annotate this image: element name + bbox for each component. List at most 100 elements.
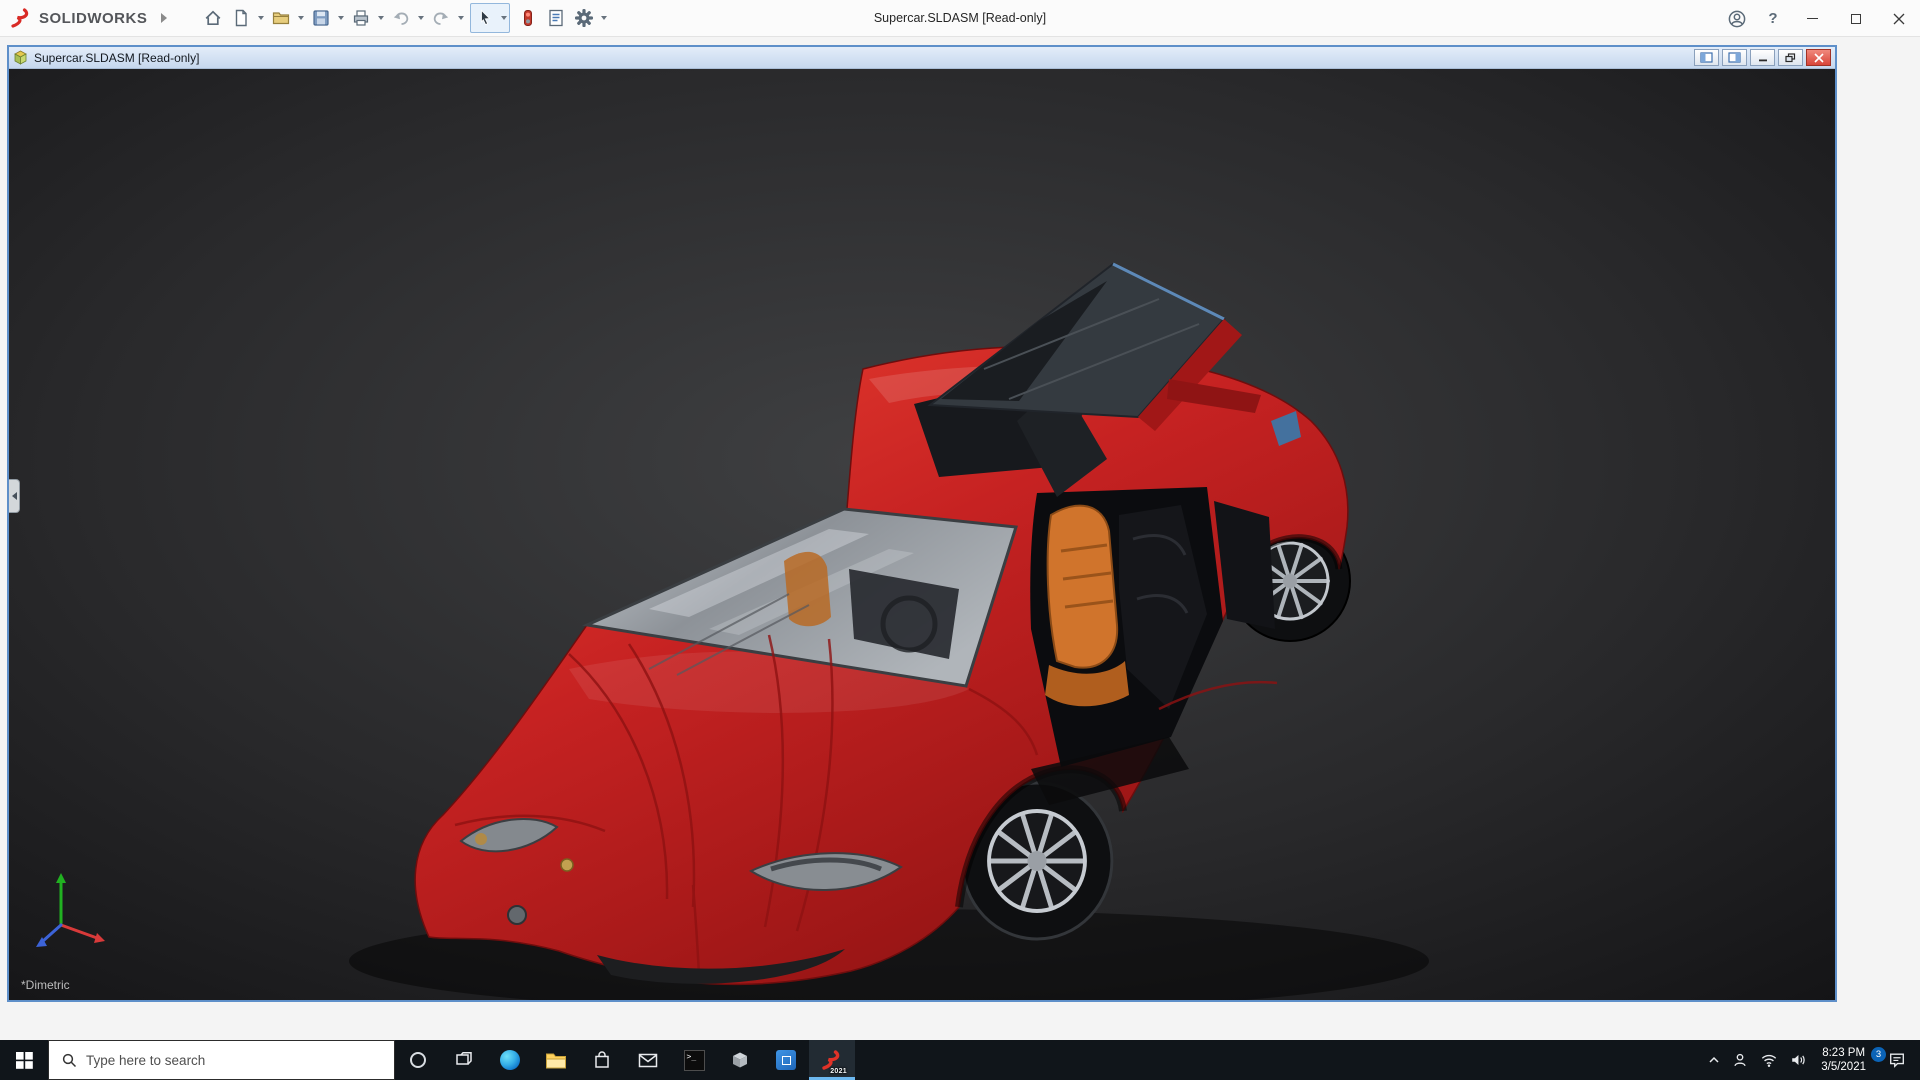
solidworks-year-label: 2021	[830, 1068, 847, 1075]
brand-text: SOLIDWORKS	[39, 10, 147, 27]
clock-time: 8:23 PM	[1821, 1046, 1866, 1060]
select-tool-button[interactable]	[471, 3, 498, 33]
options-gear-icon	[574, 8, 594, 28]
app-close-button[interactable]	[1877, 0, 1920, 37]
new-document-dropdown[interactable]	[255, 3, 266, 33]
help-button[interactable]: ?	[1755, 0, 1791, 37]
display-pane-right-button[interactable]	[1722, 49, 1747, 66]
taskbar-3d-viewer-button[interactable]	[717, 1040, 763, 1080]
print-button[interactable]	[347, 3, 374, 33]
taskbar-mail-button[interactable]	[625, 1040, 671, 1080]
undo-icon	[391, 8, 411, 28]
select-cursor-icon	[475, 8, 495, 28]
doc-restore-button[interactable]	[1778, 49, 1803, 66]
solidworks-logo: SOLIDWORKS	[0, 7, 147, 29]
help-icon: ?	[1768, 10, 1777, 27]
speaker-icon	[1789, 1052, 1807, 1068]
document-title: Supercar.SLDASM [Read-only]	[34, 51, 199, 65]
home-button[interactable]	[199, 3, 226, 33]
taskbar-terminal-button[interactable]: >_	[671, 1040, 717, 1080]
person-icon	[1731, 1051, 1749, 1069]
chevron-up-icon	[1708, 1054, 1720, 1066]
solidworks-logo-icon	[10, 7, 32, 29]
doc-minimize-icon	[1758, 53, 1768, 62]
mail-icon	[638, 1052, 658, 1069]
taskbar-photos-button[interactable]	[763, 1040, 809, 1080]
meet-now-button[interactable]	[1731, 1051, 1749, 1069]
mdi-client-area: Supercar.SLDASM [Read-only]	[0, 37, 1920, 1040]
supercar-3d-model	[9, 69, 1835, 1000]
feature-panel-collapse-tab[interactable]	[9, 479, 20, 513]
windows-logo-icon	[16, 1052, 33, 1069]
open-dropdown[interactable]	[295, 3, 306, 33]
assembly-document-icon	[13, 50, 28, 65]
menu-expand-arrow[interactable]	[155, 6, 173, 30]
solidworks-app-icon: 2021	[819, 1047, 845, 1073]
app-titlebar: SOLIDWORKS	[0, 0, 1920, 37]
redo-button[interactable]	[427, 3, 454, 33]
app-maximize-button[interactable]	[1834, 0, 1877, 37]
action-center-button[interactable]: 3	[1880, 1051, 1914, 1069]
new-document-button[interactable]	[227, 3, 254, 33]
edge-icon	[500, 1050, 520, 1070]
taskbar-solidworks-button[interactable]: 2021	[809, 1040, 855, 1080]
file-explorer-icon	[545, 1051, 567, 1070]
taskbar-search	[48, 1040, 395, 1080]
doc-close-button[interactable]	[1806, 49, 1831, 66]
open-button[interactable]	[267, 3, 294, 33]
file-properties-icon	[546, 8, 566, 28]
doc-close-icon	[1814, 53, 1824, 63]
app-window-title: Supercar.SLDASM [Read-only]	[874, 11, 1046, 25]
home-icon	[203, 8, 223, 28]
taskbar-edge-button[interactable]	[487, 1040, 533, 1080]
notification-badge: 3	[1871, 1047, 1886, 1062]
options-dropdown[interactable]	[598, 3, 609, 33]
print-dropdown[interactable]	[375, 3, 386, 33]
taskbar-store-button[interactable]	[579, 1040, 625, 1080]
pane-right-icon	[1728, 52, 1741, 63]
search-input[interactable]	[86, 1053, 376, 1068]
redo-icon	[431, 8, 451, 28]
select-tool-dropdown[interactable]	[498, 3, 509, 33]
taskbar-clock[interactable]: 8:23 PM 3/5/2021	[1818, 1046, 1869, 1074]
graphics-viewport[interactable]: *Dimetric	[9, 69, 1835, 1000]
app-minimize-button[interactable]	[1791, 0, 1834, 37]
open-folder-icon	[271, 8, 291, 28]
pane-left-icon	[1700, 52, 1713, 63]
print-icon	[351, 8, 371, 28]
file-properties-button[interactable]	[542, 3, 569, 33]
start-button[interactable]	[0, 1040, 48, 1080]
tray-expand-button[interactable]	[1708, 1054, 1720, 1066]
user-account-icon	[1727, 9, 1747, 29]
display-pane-left-button[interactable]	[1694, 49, 1719, 66]
cortana-button[interactable]	[395, 1040, 441, 1080]
volume-button[interactable]	[1789, 1052, 1807, 1068]
save-icon	[311, 8, 331, 28]
options-button[interactable]	[570, 3, 597, 33]
wifi-icon	[1760, 1052, 1778, 1068]
action-center-icon	[1888, 1051, 1906, 1069]
undo-dropdown[interactable]	[415, 3, 426, 33]
doc-minimize-button[interactable]	[1750, 49, 1775, 66]
save-dropdown[interactable]	[335, 3, 346, 33]
document-titlebar[interactable]: Supercar.SLDASM [Read-only]	[9, 47, 1835, 69]
undo-button[interactable]	[387, 3, 414, 33]
blue-app-icon	[776, 1050, 796, 1070]
terminal-icon: >_	[684, 1050, 705, 1071]
rebuild-button[interactable]	[514, 3, 541, 33]
cube-app-icon	[730, 1050, 750, 1070]
rebuild-icon	[518, 8, 538, 28]
system-tray: 8:23 PM 3/5/2021 3	[1708, 1040, 1920, 1080]
save-button[interactable]	[307, 3, 334, 33]
task-view-button[interactable]	[441, 1040, 487, 1080]
store-icon	[592, 1050, 612, 1070]
account-button[interactable]	[1719, 0, 1755, 37]
minimize-icon	[1807, 18, 1818, 20]
search-icon	[62, 1053, 77, 1068]
cortana-icon	[410, 1052, 426, 1068]
new-document-icon	[231, 8, 251, 28]
redo-dropdown[interactable]	[455, 3, 466, 33]
network-button[interactable]	[1760, 1052, 1778, 1068]
close-icon	[1893, 13, 1905, 25]
taskbar-file-explorer-button[interactable]	[533, 1040, 579, 1080]
